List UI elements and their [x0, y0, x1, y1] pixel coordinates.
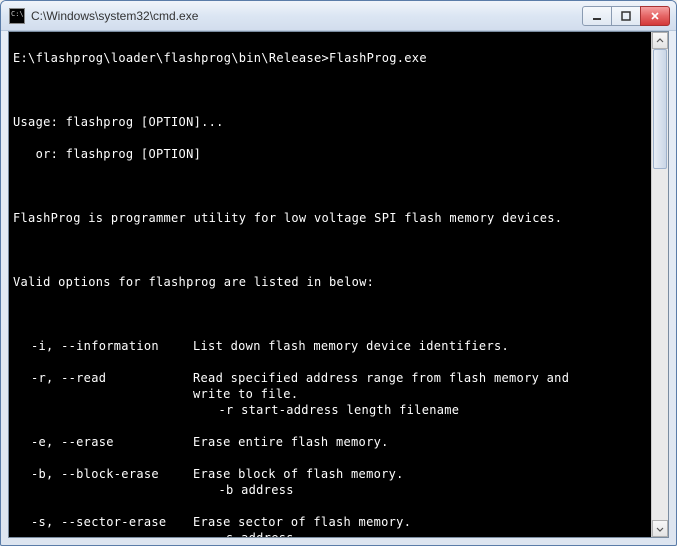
option-desc: Erase sector of flash memory.: [193, 514, 647, 530]
scrollbar-thumb[interactable]: [653, 49, 667, 169]
maximize-button[interactable]: [611, 6, 641, 26]
minimize-icon: [592, 11, 602, 21]
option-sub: -s address: [13, 530, 647, 537]
option-flag: -s, --sector-erase: [13, 514, 193, 530]
option-sub: -r start-address length filename: [13, 402, 647, 418]
window-title: C:\Windows\system32\cmd.exe: [31, 9, 583, 23]
option-desc: Erase block of flash memory.: [193, 466, 647, 482]
chevron-up-icon: [656, 37, 664, 45]
option-desc: Erase entire flash memory.: [193, 434, 647, 450]
option-flag: -e, --erase: [13, 434, 193, 450]
scroll-down-button[interactable]: [652, 520, 668, 537]
option-desc: List down flash memory device identifier…: [193, 338, 647, 354]
cmd-icon: [9, 8, 25, 24]
option-row: -r, --readRead specified address range f…: [13, 370, 647, 386]
vertical-scrollbar[interactable]: [651, 32, 668, 537]
usage-line: Usage: flashprog [OPTION]...: [13, 114, 647, 130]
terminal-output[interactable]: E:\flashprog\loader\flashprog\bin\Releas…: [9, 32, 651, 537]
option-row: -b, --block-eraseErase block of flash me…: [13, 466, 647, 482]
close-button[interactable]: [640, 6, 670, 26]
maximize-icon: [621, 11, 631, 21]
close-icon: [650, 11, 660, 21]
usage-line: or: flashprog [OPTION]: [13, 146, 647, 162]
option-row: write to file.: [13, 386, 647, 402]
option-flag: -r, --read: [13, 370, 193, 386]
window-controls: [583, 6, 670, 26]
option-desc: write to file.: [193, 386, 647, 402]
option-desc: Read specified address range from flash …: [193, 370, 647, 386]
valid-options-line: Valid options for flashprog are listed i…: [13, 274, 647, 290]
option-flag: -i, --information: [13, 338, 193, 354]
option-row: -e, --eraseErase entire flash memory.: [13, 434, 647, 450]
titlebar[interactable]: C:\Windows\system32\cmd.exe: [1, 1, 676, 31]
cmd-window: C:\Windows\system32\cmd.exe E:\flashprog…: [0, 0, 677, 546]
option-row: -i, --informationList down flash memory …: [13, 338, 647, 354]
prompt-line: E:\flashprog\loader\flashprog\bin\Releas…: [13, 50, 647, 66]
chevron-down-icon: [656, 525, 664, 533]
option-sub: -b address: [13, 482, 647, 498]
minimize-button[interactable]: [582, 6, 612, 26]
client-area: E:\flashprog\loader\flashprog\bin\Releas…: [8, 31, 669, 538]
scrollbar-track[interactable]: [652, 49, 668, 520]
scroll-up-button[interactable]: [652, 32, 668, 49]
option-row: -s, --sector-eraseErase sector of flash …: [13, 514, 647, 530]
description-line: FlashProg is programmer utility for low …: [13, 210, 647, 226]
option-flag: -b, --block-erase: [13, 466, 193, 482]
